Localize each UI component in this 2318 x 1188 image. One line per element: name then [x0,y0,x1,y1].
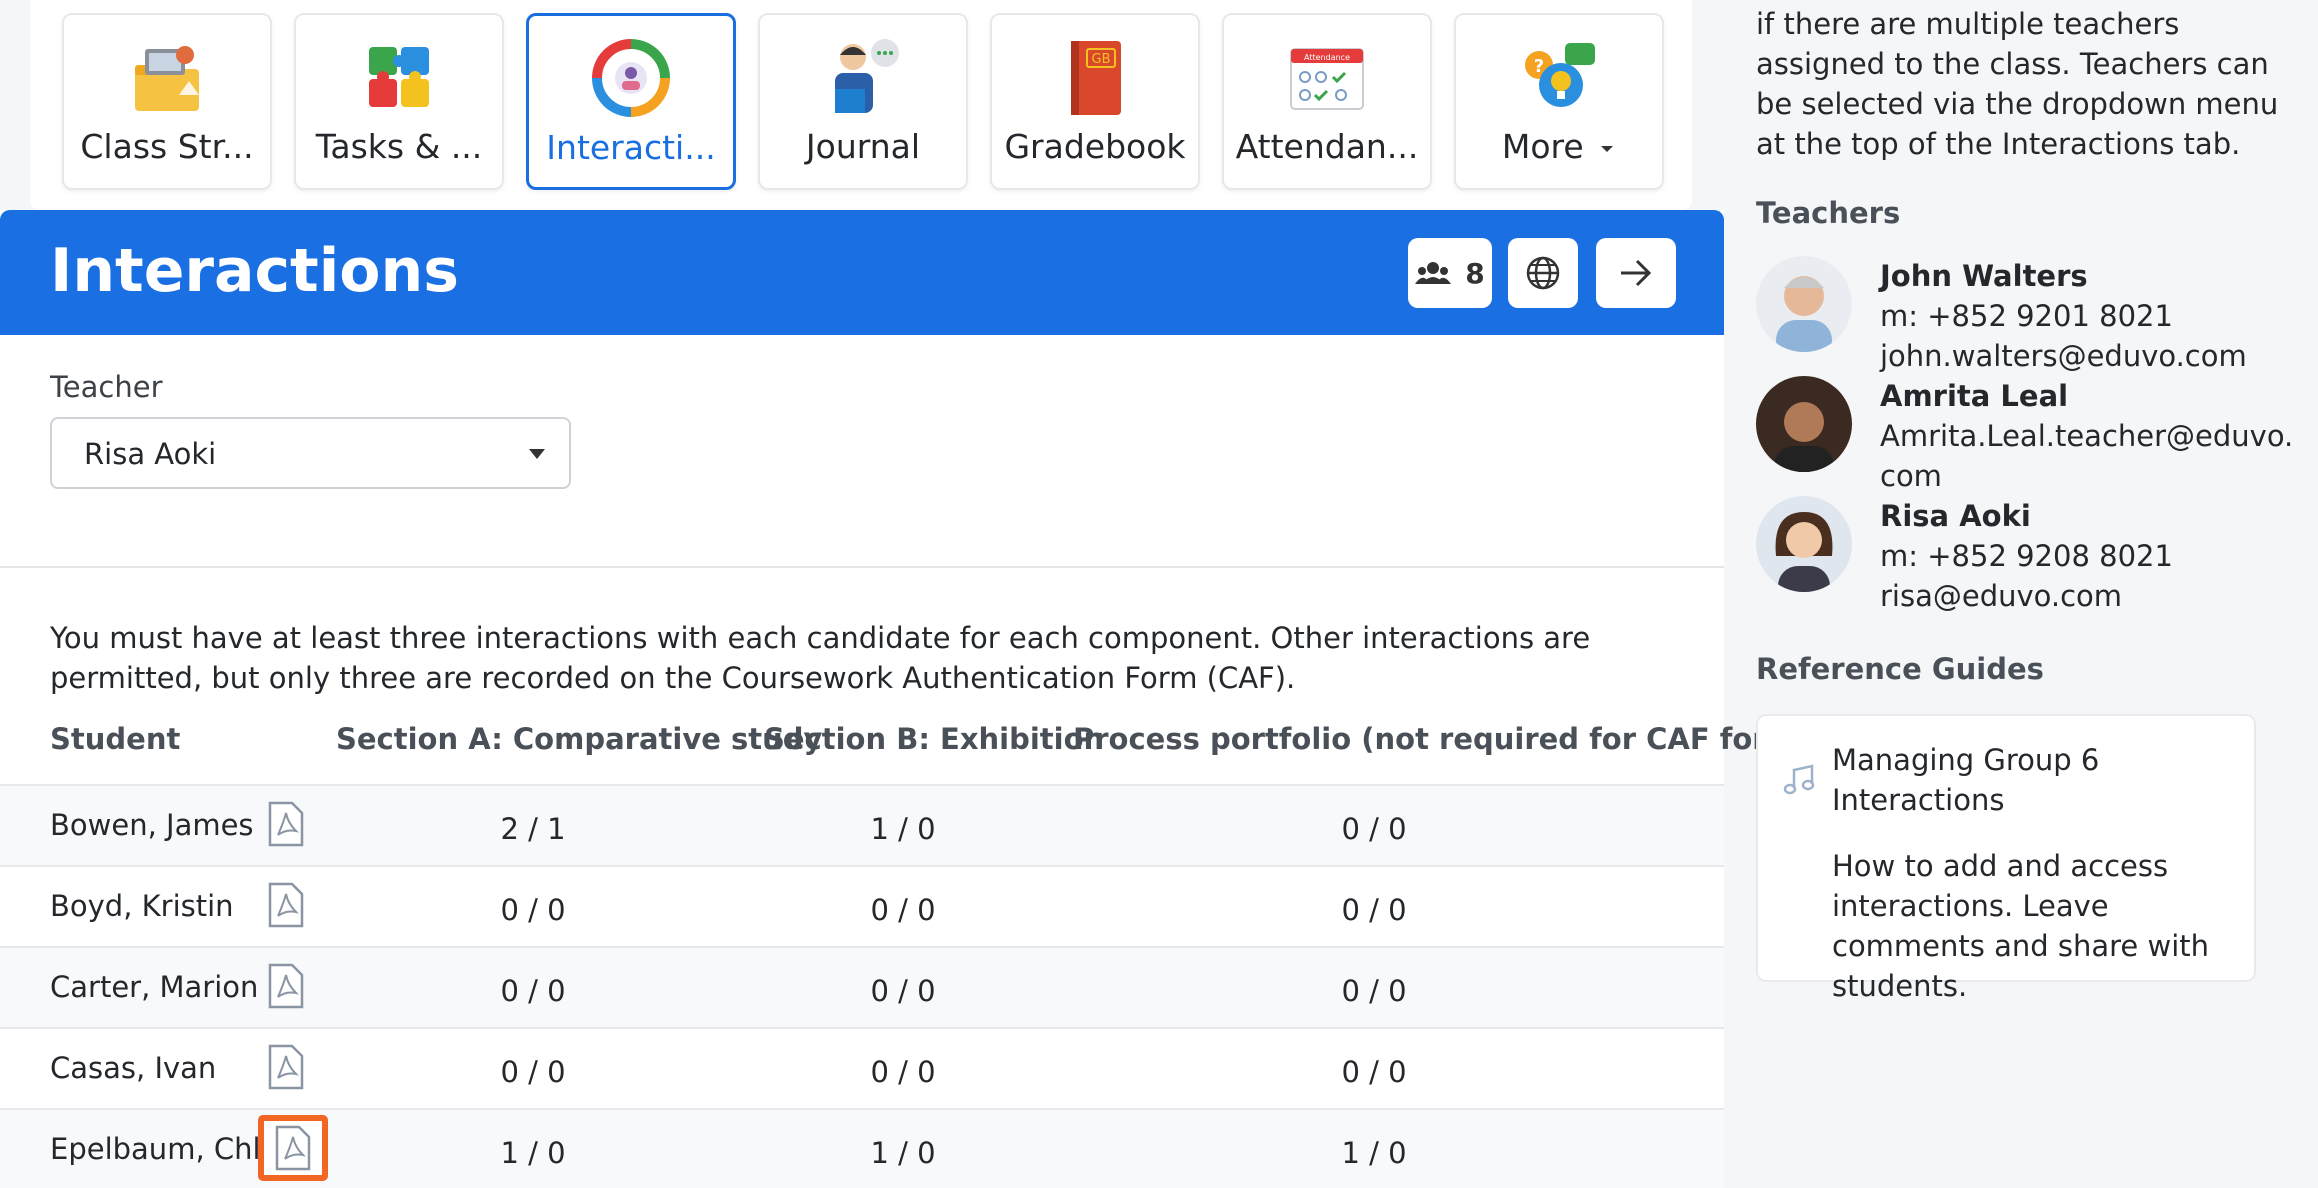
tool-label: Class Str... [80,127,254,166]
section-a-count[interactable]: 0 / 0 [433,974,633,1008]
next-button[interactable] [1596,238,1676,308]
process-portfolio-count[interactable]: 0 / 0 [1274,893,1474,927]
section-b-count[interactable]: 1 / 0 [803,1136,1003,1170]
members-count: 8 [1465,256,1485,290]
teacher-card: John Walters m: +852 9201 8021 john.walt… [1880,256,2300,376]
process-portfolio-count[interactable]: 0 / 0 [1274,974,1474,1008]
help-sidebar: if there are multiple teachers assigned … [1724,0,2318,1188]
column-header-section-a[interactable]: Section A: Comparative study [336,722,822,756]
pdf-icon[interactable] [268,963,304,1009]
student-name[interactable]: Casas, Ivan [50,1051,216,1085]
table-row[interactable]: Boyd, Kristin 0 / 0 0 / 0 0 / 0 [0,865,1724,946]
avatar [1756,256,1852,352]
divider [0,566,1724,568]
avatar [1756,496,1852,592]
student-name[interactable]: Boyd, Kristin [50,889,234,923]
more-icon: ? [1525,43,1595,107]
teacher-name: John Walters [1880,259,2088,293]
globe-icon [1526,256,1560,290]
process-portfolio-count[interactable]: 1 / 0 [1274,1136,1474,1170]
reference-guides-heading: Reference Guides [1756,652,2044,686]
page-title: Interactions [50,236,459,306]
gradebook-icon: GB [1071,41,1121,115]
table-row[interactable]: Carter, Marion 0 / 0 0 / 0 0 / 0 [0,946,1724,1027]
teacher-name: Risa Aoki [1880,499,2031,533]
tool-interactions[interactable]: Interacti... [526,13,736,190]
globe-button[interactable] [1508,238,1578,308]
tool-more[interactable]: ? More [1454,13,1664,190]
puzzle-icon [369,47,429,107]
tool-label: Tasks & ... [315,127,483,166]
tool-attendance[interactable]: Attendance Attendan... [1222,13,1432,190]
teacher-email[interactable]: john.walters@eduvo.com [1880,336,2300,376]
table-row[interactable]: Bowen, James 2 / 1 1 / 0 0 / 0 [0,784,1724,865]
panel-header: Interactions 8 [0,210,1724,335]
column-header-student[interactable]: Student [50,722,180,756]
tool-label: Attendan... [1235,127,1419,166]
teacher-select-value: Risa Aoki [84,437,217,471]
teacher-email-continued[interactable]: com [1880,456,2300,496]
tool-journal[interactable]: Journal [758,13,968,190]
tool-label: Gradebook [1004,127,1186,166]
column-header-section-b[interactable]: Section B: Exhibition [764,722,1104,756]
teacher-select[interactable]: Risa Aoki [50,417,571,489]
teacher-card: Amrita Leal Amrita.Leal.teacher@eduvo. c… [1880,376,2300,496]
teacher-label: Teacher [50,370,163,404]
arrow-right-icon [1621,259,1652,287]
teacher-phone: m: +852 9208 8021 [1880,539,2173,573]
tool-tasks[interactable]: Tasks & ... [294,13,504,190]
teachers-heading: Teachers [1756,196,1901,230]
teacher-name: Amrita Leal [1880,379,2069,413]
reference-guide-card[interactable]: Managing Group 6 Interactions How to add… [1756,714,2256,1003]
tool-label: Journal [805,127,921,166]
pdf-icon[interactable] [258,1115,328,1181]
teacher-card: Risa Aoki m: +852 9208 8021 risa@eduvo.c… [1880,496,2300,616]
users-icon [1415,262,1452,284]
teacher-email[interactable]: Amrita.Leal.teacher@eduvo. [1880,416,2300,456]
tool-label: Interacti... [546,128,716,167]
section-b-count[interactable]: 1 / 0 [803,812,1003,846]
teacher-phone: m: +852 9201 8021 [1880,299,2173,333]
tool-class-structure[interactable]: Class Str... [62,13,272,190]
table-row[interactable]: Casas, Ivan 0 / 0 0 / 0 0 / 0 [0,1027,1724,1108]
column-header-process-portfolio[interactable]: Process portfolio (not required for CAF … [1073,722,1810,756]
music-note-icon [1783,764,1815,795]
process-portfolio-count[interactable]: 0 / 0 [1274,1055,1474,1089]
section-b-count[interactable]: 0 / 0 [803,893,1003,927]
sidebar-intro: if there are multiple teachers assigned … [1756,7,2279,161]
svg-text:Attendance: Attendance [1304,53,1350,62]
tool-label: More [1456,127,1662,166]
student-name[interactable]: Bowen, James [50,808,254,842]
journal-icon [835,39,899,113]
caf-notice: You must have at least three interaction… [50,621,1591,695]
pdf-icon[interactable] [268,801,304,847]
more-label: More [1501,127,1584,166]
tool-gradebook[interactable]: GB Gradebook [990,13,1200,190]
guide-description: How to add and access interactions. Leav… [1832,849,2210,1003]
guide-title[interactable]: Managing Group 6 Interactions [1832,740,2232,820]
caret-down-icon [529,449,545,459]
process-portfolio-count[interactable]: 0 / 0 [1274,812,1474,846]
section-b-count[interactable]: 0 / 0 [803,1055,1003,1089]
pdf-icon[interactable] [268,1044,304,1090]
interactions-icon [592,39,670,117]
chevron-down-icon [1601,145,1614,152]
svg-text:GB: GB [1092,52,1111,67]
tools-bar: Class Str... Tasks & ... Interacti... Jo… [30,0,1692,210]
teacher-email[interactable]: risa@eduvo.com [1880,576,2300,616]
members-button[interactable]: 8 [1408,238,1492,308]
avatar [1756,376,1852,472]
attendance-icon: Attendance [1290,48,1364,110]
student-name[interactable]: Carter, Marion [50,970,258,1004]
pdf-icon[interactable] [268,882,304,928]
section-a-count[interactable]: 0 / 0 [433,1055,633,1089]
section-a-count[interactable]: 1 / 0 [433,1136,633,1170]
interactions-panel: Interactions 8 Teacher Risa Aoki You mus… [0,210,1810,1188]
section-b-count[interactable]: 0 / 0 [803,974,1003,1008]
section-a-count[interactable]: 0 / 0 [433,893,633,927]
table-row[interactable]: Epelbaum, Chloe 1 / 0 1 / 0 1 / 0 [0,1108,1724,1188]
class-structure-icon [135,46,199,111]
section-a-count[interactable]: 2 / 1 [433,812,633,846]
